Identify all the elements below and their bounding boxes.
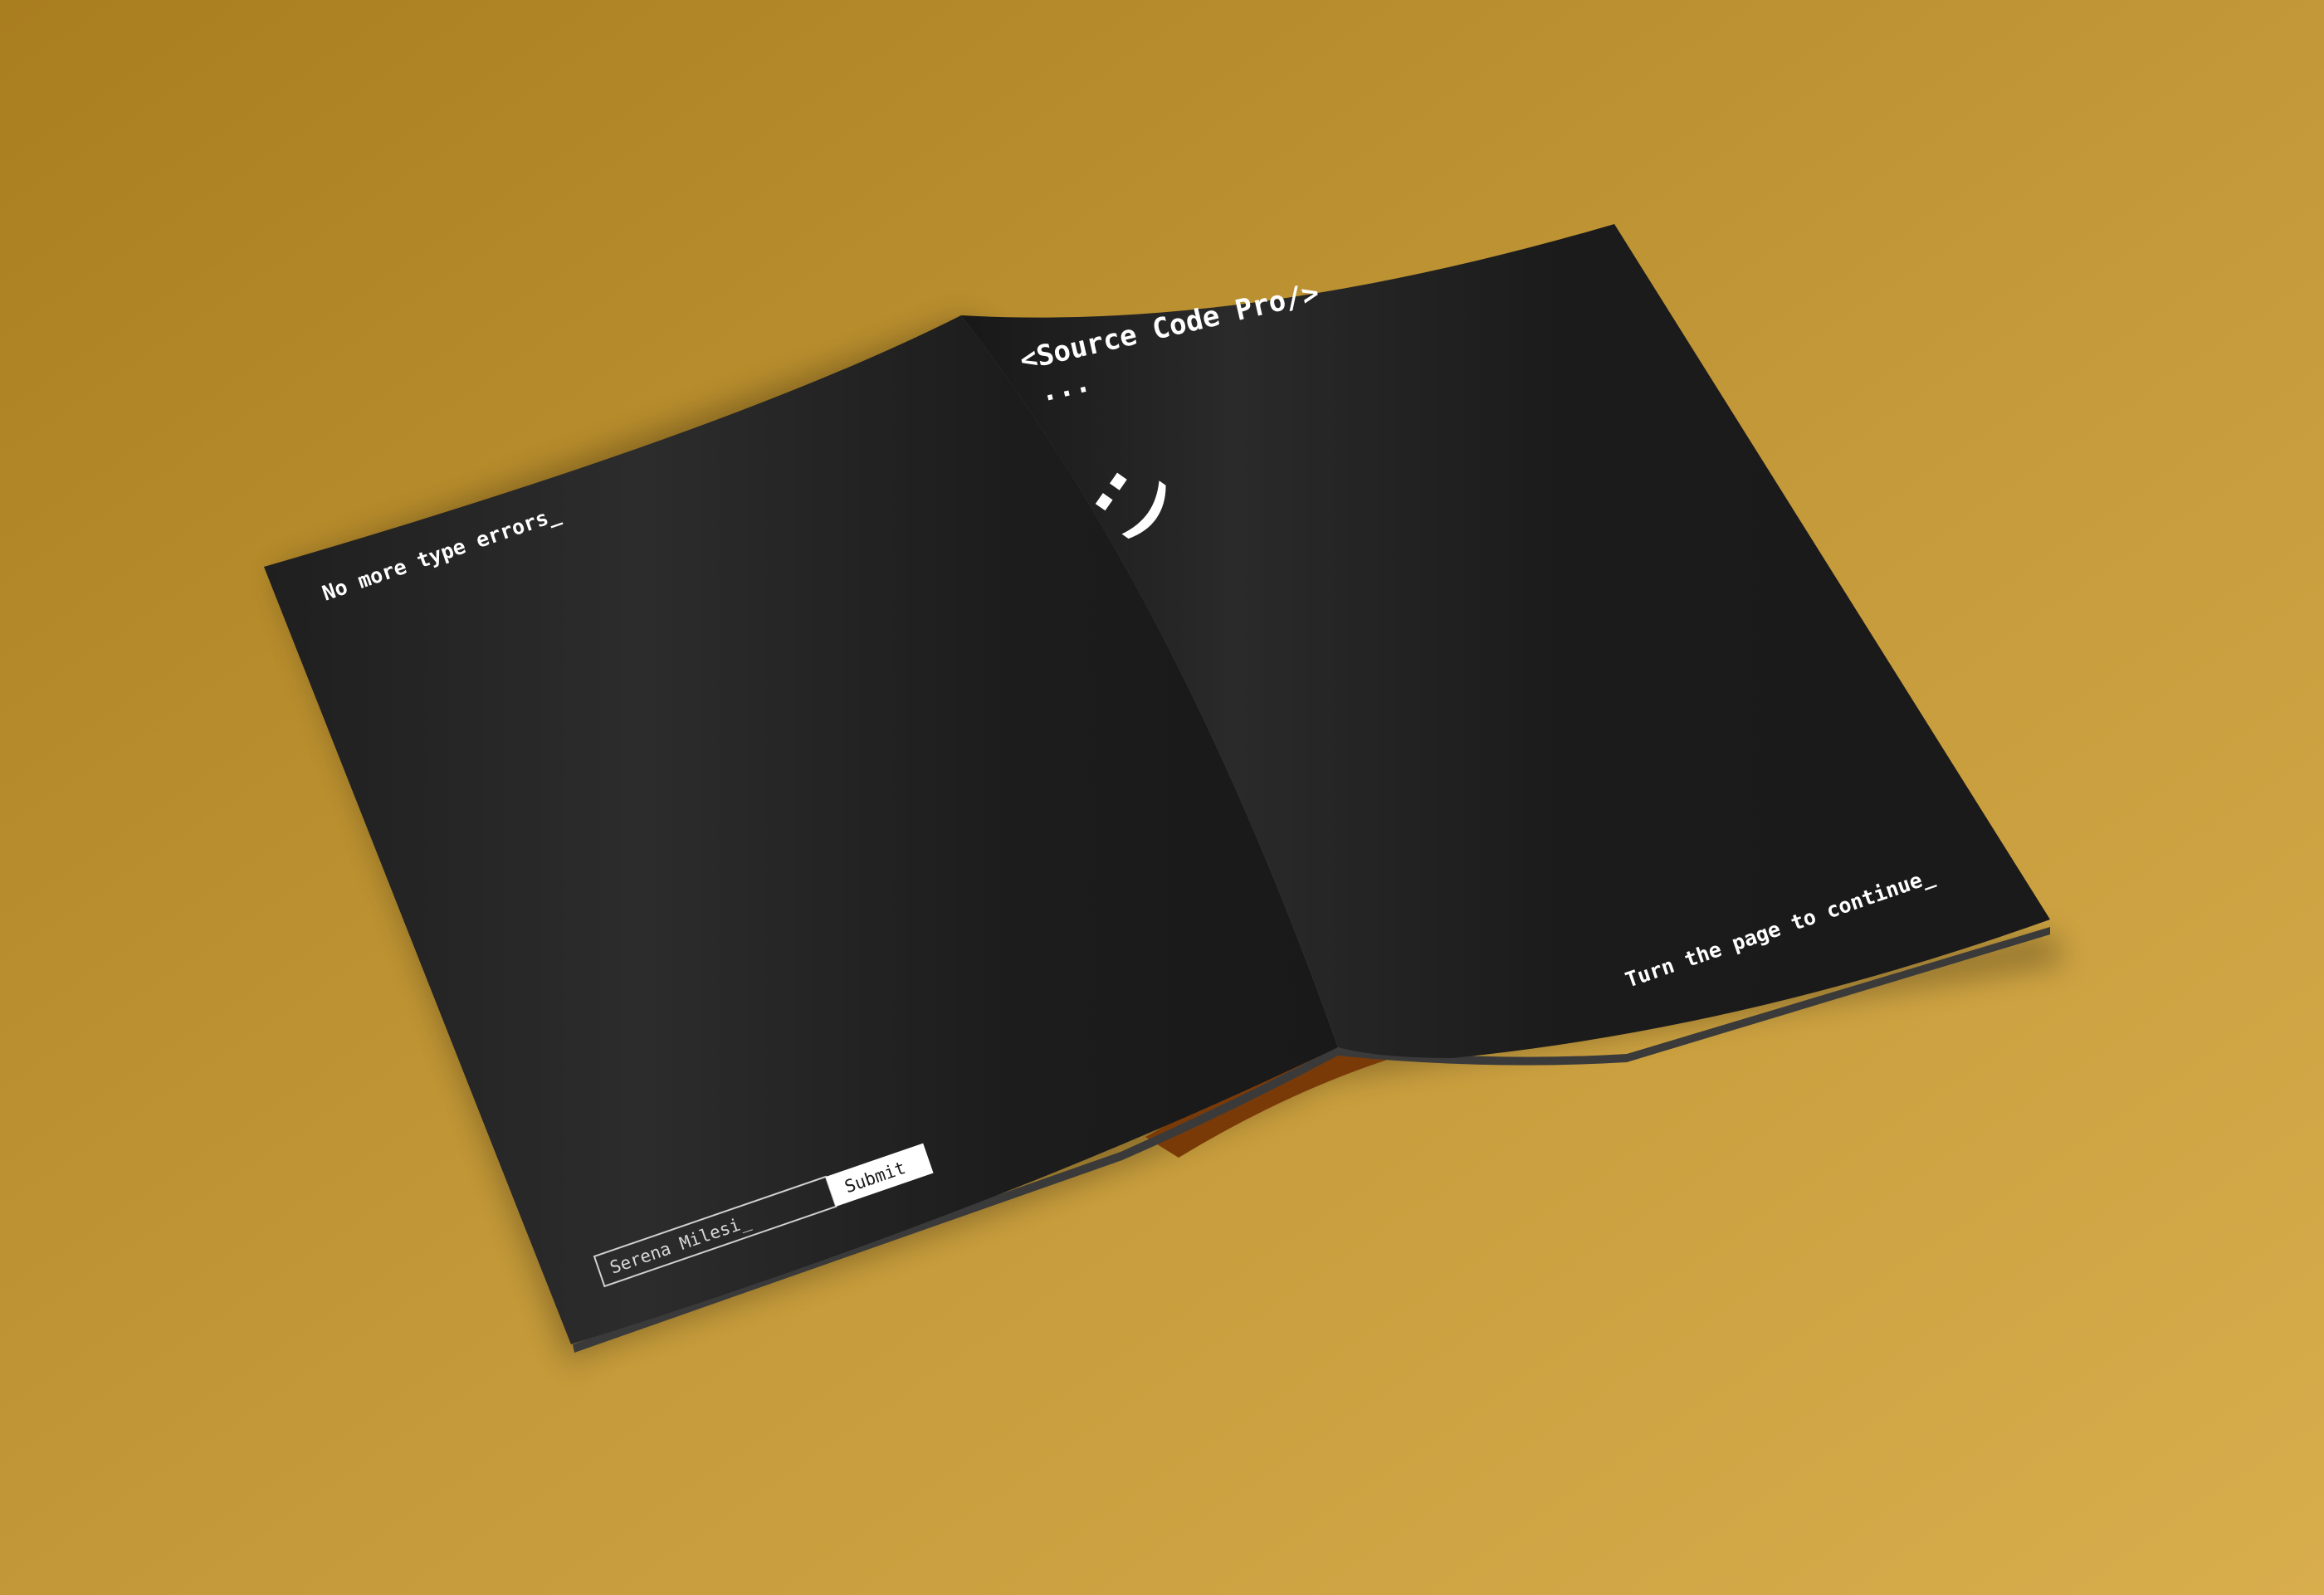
brochure-scene: No more type errors_ Serena Milesi_ Subm… <box>0 0 2324 1595</box>
